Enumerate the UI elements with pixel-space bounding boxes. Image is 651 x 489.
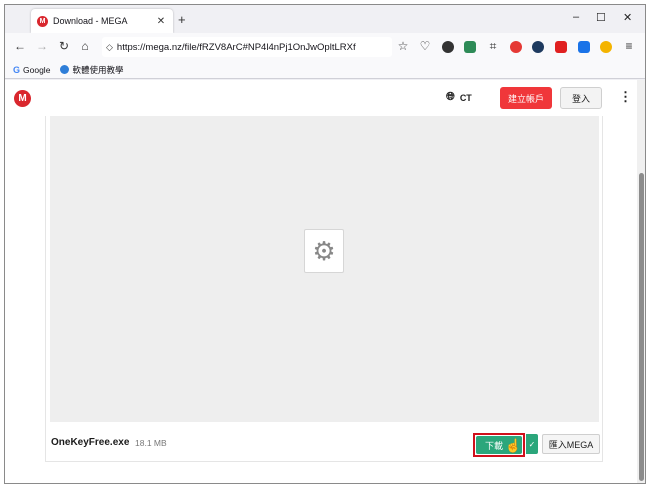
address-bar[interactable]: ◇ https://mega.nz/file/fRZV8ArC#NP4l4nPj… [102,37,392,57]
browser-tab[interactable]: M Download - MEGA ✕ [31,9,173,33]
scrollbar-thumb[interactable] [639,173,644,481]
download-button[interactable]: 下載 ☝ [476,436,522,454]
create-account-button[interactable]: 建立帳戶 [500,87,552,109]
extension-icon[interactable] [532,41,544,53]
hand-cursor-icon: ☝ [505,438,522,453]
url-text[interactable]: https://mega.nz/file/fRZV8ArC#NP4l4nPj1O… [117,42,356,53]
globe-icon: 🌐︎ [446,91,455,103]
file-preview: ⚙ [50,116,599,422]
close-window-button[interactable]: ✕ [623,11,632,24]
file-size: 18.1 MB [135,438,167,448]
download-highlight: 下載 ☝ [473,433,525,457]
file-type-badge: ⚙ [304,229,344,273]
file-name: OneKeyFree.exe [51,437,130,448]
mega-logo-icon[interactable]: M [14,90,31,107]
bookmark-star-icon[interactable]: ☆ [395,39,411,53]
file-card: ⚙ OneKeyFree.exe 18.1 MB 下載 ☝ ✓ 匯入MEGA [45,116,603,462]
tab-title: Download - MEGA [53,16,128,26]
page-content: M 🌐︎ CT 建立帳戶 登入 ⋮ ⚙ OneKeyFree.exe 18.1 … [5,80,637,483]
reload-button[interactable]: ↻ [56,39,72,53]
page-scrollbar[interactable] [637,80,645,483]
import-to-mega-button[interactable]: 匯入MEGA [542,434,600,454]
extension-icon[interactable] [464,41,476,53]
extension-icon[interactable] [578,41,590,53]
tab-strip: M Download - MEGA ✕ + – ☐ ✕ [5,5,645,33]
gear-icon: ⚙ [312,235,336,266]
adblock-icon[interactable] [555,41,567,53]
extension-icon[interactable] [510,41,522,53]
download-label: 下載 [485,440,504,451]
download-options-button[interactable]: ✓ [526,434,538,454]
minimize-button[interactable]: – [573,11,579,23]
tab-close-icon[interactable]: ✕ [155,16,167,27]
mega-header: M 🌐︎ CT 建立帳戶 登入 ⋮ [5,80,637,116]
menu-icon[interactable]: ⋮ [619,89,632,105]
bookmark-label: 軟體使用教學 [72,64,124,75]
bookmark-label: Google [23,64,51,75]
bookmark-software-tutorial[interactable]: 軟體使用教學 [60,64,123,76]
google-icon: G [13,64,21,75]
home-button[interactable]: ⌂ [77,39,93,53]
file-info-row: OneKeyFree.exe 18.1 MB 下載 ☝ ✓ 匯入MEGA [46,428,602,457]
browser-window: M Download - MEGA ✕ + – ☐ ✕ ← → ↻ ⌂ ◇ ht… [4,4,646,484]
shield-icon: ◇ [106,41,113,52]
navigation-toolbar: ← → ↻ ⌂ ◇ https://mega.nz/file/fRZV8ArC#… [5,33,645,61]
maximize-button[interactable]: ☐ [596,11,606,24]
pocket-icon[interactable]: ♡ [417,39,433,53]
bookmark-google[interactable]: G Google [13,65,50,75]
extension-icon[interactable] [600,41,612,53]
language-label: CT [459,92,472,103]
crop-icon[interactable]: ⌗ [485,39,501,54]
forward-button[interactable]: → [34,39,50,53]
login-button[interactable]: 登入 [560,87,602,109]
hamburger-menu-icon[interactable]: ≡ [621,39,637,53]
mega-favicon-icon: M [37,15,48,27]
back-button[interactable]: ← [12,39,28,53]
language-selector[interactable]: 🌐︎ CT [446,91,472,104]
site-icon [60,65,70,74]
extension-icon[interactable] [442,41,454,53]
bookmarks-bar: G Google 軟體使用教學 [5,61,645,79]
new-tab-button[interactable]: + [178,12,186,27]
